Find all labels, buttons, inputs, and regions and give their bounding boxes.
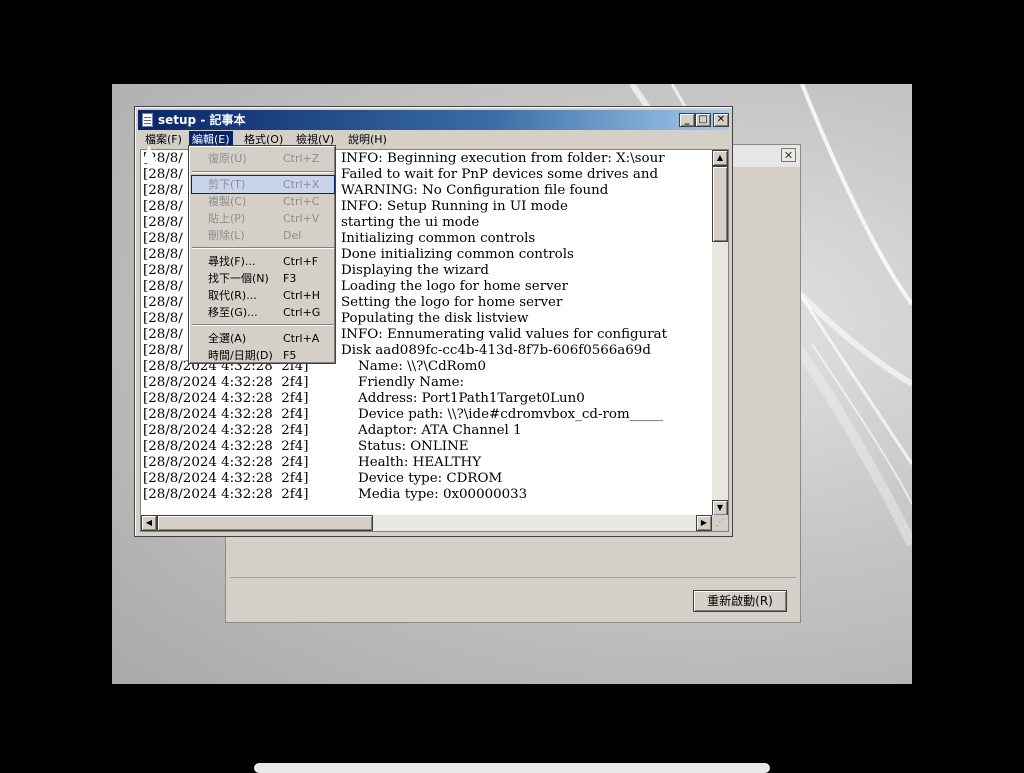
log-timestamp: [28/8/2024 4:32:28 2f4] xyxy=(143,471,309,486)
scroll-up-icon[interactable]: ▲ xyxy=(712,150,728,166)
edit-menu-dropdown: 復原(U) Ctrl+Z 剪下(T) Ctrl+X 複製(C) Ctrl+C 貼… xyxy=(188,145,336,364)
log-message: Failed to wait for PnP devices some driv… xyxy=(341,167,659,182)
log-message: Initializing common controls xyxy=(341,231,536,246)
log-timestamp: [28/8/2024 4:32:28 2f4] xyxy=(143,391,309,406)
scroll-left-icon[interactable]: ◀ xyxy=(141,515,157,531)
menu-item-paste[interactable]: 貼上(P) Ctrl+V xyxy=(192,210,334,227)
menu-item-cut[interactable]: 剪下(T) Ctrl+X xyxy=(191,175,335,194)
log-message: Status: ONLINE xyxy=(341,439,469,454)
log-line: [28/8/2024 4:32:28 2f4] Friendly Name: xyxy=(143,375,713,391)
log-message: Device path: \\?\ide#cdromvbox_cd-rom___… xyxy=(341,407,664,422)
menu-item-replace[interactable]: 取代(R)... Ctrl+H xyxy=(192,287,334,304)
log-message: Media type: 0x00000033 xyxy=(341,487,528,502)
menu-item-find-next[interactable]: 找下一個(N) F3 xyxy=(192,270,334,287)
log-timestamp: [28/8/2024 4:32:28 2f4] xyxy=(143,455,309,470)
menu-item-copy[interactable]: 複製(C) Ctrl+C xyxy=(192,193,334,210)
bottom-bar xyxy=(254,763,770,773)
log-message: Friendly Name: xyxy=(341,375,465,390)
log-line: [28/8/2024 4:32:28 2f4] Address: Port1Pa… xyxy=(143,391,713,407)
log-message: Populating the disk listview xyxy=(341,311,529,326)
log-message: Disk aad089fc-cc4b-413d-8f7b-606f0566a69… xyxy=(341,343,651,358)
reboot-button[interactable]: 重新啟動(R) xyxy=(693,590,787,612)
log-timestamp: [28/8/2024 4:32:28 2f4] xyxy=(143,439,309,454)
log-message: WARNING: No Configuration file found xyxy=(341,183,609,198)
log-line: [28/8/2024 4:32:28 2f4] Media type: 0x00… xyxy=(143,487,713,503)
horizontal-scrollbar[interactable]: ◀ ▶ xyxy=(141,515,712,531)
log-message: INFO: Ennumerating valid values for conf… xyxy=(341,327,668,342)
menu-separator xyxy=(192,171,334,173)
menu-separator xyxy=(192,324,334,326)
log-timestamp: [28/8/2024 4:32:28 2f4] xyxy=(143,487,309,502)
log-message: INFO: Setup Running in UI mode xyxy=(341,199,568,214)
menu-item-find[interactable]: 尋找(F)... Ctrl+F xyxy=(192,253,334,270)
log-message: Address: Port1Path1Target0Lun0 xyxy=(341,391,585,406)
log-line: [28/8/2024 4:32:28 2f4] Health: HEALTHY xyxy=(143,455,713,471)
vertical-scroll-thumb[interactable] xyxy=(712,166,728,242)
mouse-cursor-icon xyxy=(142,145,156,163)
log-line: [28/8/2024 4:32:28 2f4] Device type: CDR… xyxy=(143,471,713,487)
menu-item-select-all[interactable]: 全選(A) Ctrl+A xyxy=(192,330,334,347)
notepad-titlebar[interactable]: setup - 記事本 _ □ ✕ xyxy=(138,110,729,130)
horizontal-scroll-thumb[interactable] xyxy=(157,515,373,531)
menu-help[interactable]: 說明(H) xyxy=(345,131,390,148)
menu-item-goto[interactable]: 移至(G)... Ctrl+G xyxy=(192,304,334,321)
log-message: Name: \\?\CdRom0 xyxy=(341,359,487,374)
size-grip-icon[interactable]: ⋰ xyxy=(712,515,728,531)
log-message: Setting the logo for home server xyxy=(341,295,563,310)
log-message: Loading the logo for home server xyxy=(341,279,568,294)
minimize-icon[interactable]: _ xyxy=(679,113,695,127)
log-message: Done initializing common controls xyxy=(341,247,574,262)
vertical-scrollbar[interactable]: ▲ ▼ xyxy=(712,150,728,516)
scroll-down-icon[interactable]: ▼ xyxy=(712,500,728,516)
log-message: Health: HEALTHY xyxy=(341,455,482,470)
menu-item-delete[interactable]: 刪除(L) Del xyxy=(192,227,334,244)
window-title: setup - 記事本 xyxy=(158,113,246,127)
log-timestamp: [28/8/2024 4:32:28 2f4] xyxy=(143,407,309,422)
menu-separator xyxy=(192,247,334,249)
scroll-right-icon[interactable]: ▶ xyxy=(696,515,712,531)
log-message: Displaying the wizard xyxy=(341,263,489,278)
maximize-icon[interactable]: □ xyxy=(695,113,711,127)
log-message: Device type: CDROM xyxy=(341,471,503,486)
log-line: [28/8/2024 4:32:28 2f4] Status: ONLINE xyxy=(143,439,713,455)
log-message: INFO: Beginning execution from folder: X… xyxy=(341,151,665,166)
menu-item-undo[interactable]: 復原(U) Ctrl+Z xyxy=(192,150,334,167)
close-icon[interactable]: ✕ xyxy=(713,113,729,127)
log-line: [28/8/2024 4:32:28 2f4] Device path: \\?… xyxy=(143,407,713,423)
notepad-icon xyxy=(142,113,153,127)
menu-item-time-date[interactable]: 時間/日期(D) F5 xyxy=(192,347,334,364)
log-timestamp: [28/8/2024 4:32:28 2f4] xyxy=(143,375,309,390)
log-message: Adaptor: ATA Channel 1 xyxy=(341,423,522,438)
log-message: starting the ui mode xyxy=(341,215,480,230)
log-timestamp: [28/8/2024 4:32:28 2f4] xyxy=(143,423,309,438)
setup-dialog-close-icon[interactable]: ✕ xyxy=(781,148,796,162)
log-line: [28/8/2024 4:32:28 2f4] Adaptor: ATA Cha… xyxy=(143,423,713,439)
